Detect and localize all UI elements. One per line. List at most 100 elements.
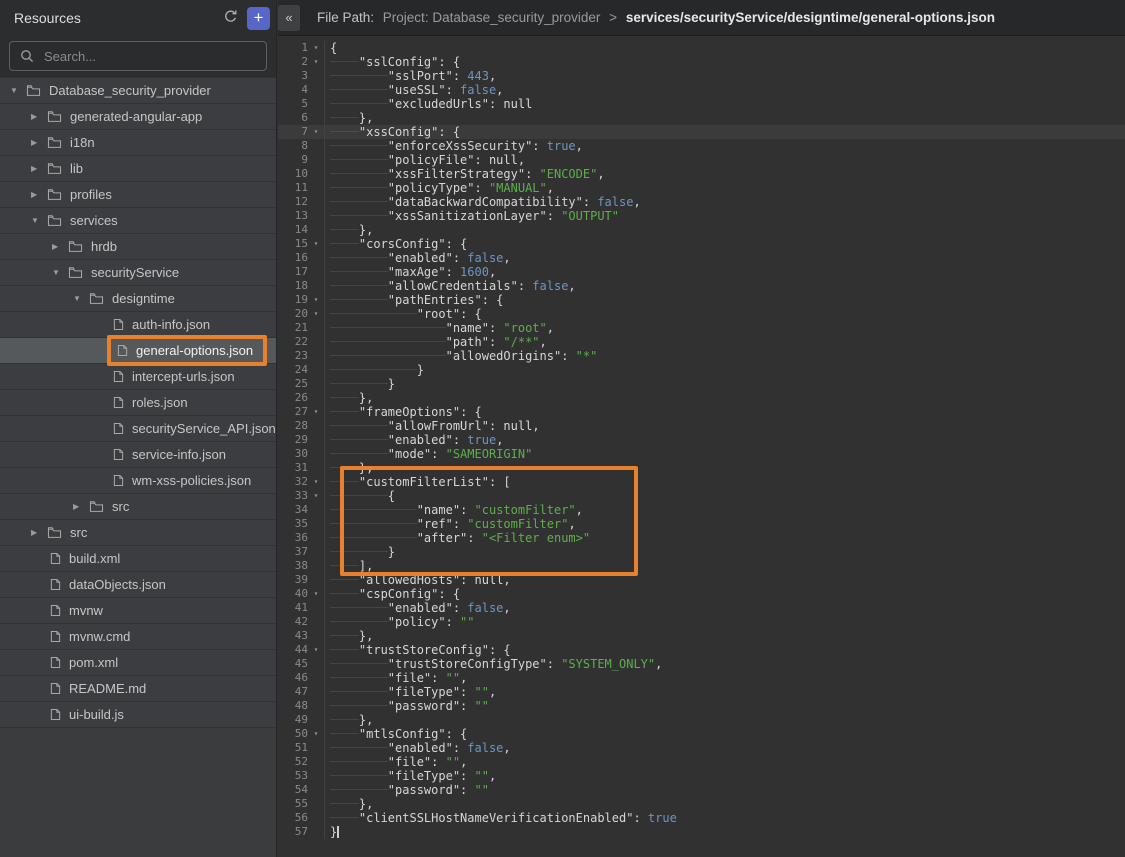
fold-arrow-icon[interactable]: ▾ <box>308 237 324 251</box>
code-line-50[interactable]: 50▾ "mtlsConfig": { <box>278 727 1125 741</box>
tree-item-intercept-urls.json[interactable]: intercept-urls.json <box>0 364 276 390</box>
code-line-25[interactable]: 25 } <box>278 377 1125 391</box>
tree-item-services[interactable]: ▼services <box>0 208 276 234</box>
tree-item-ui-build.js[interactable]: ui-build.js <box>0 702 276 728</box>
tree-item-securityService[interactable]: ▼securityService <box>0 260 276 286</box>
tree-item-wm-xss-policies.json[interactable]: wm-xss-policies.json <box>0 468 276 494</box>
fold-arrow-icon[interactable]: ▾ <box>308 643 324 657</box>
code-line-3[interactable]: 3 "sslPort": 443, <box>278 69 1125 83</box>
fold-arrow-icon[interactable]: ▾ <box>308 125 324 139</box>
tree-item-designtime[interactable]: ▼designtime <box>0 286 276 312</box>
code-line-4[interactable]: 4 "useSSL": false, <box>278 83 1125 97</box>
tree-item-lib[interactable]: ▶lib <box>0 156 276 182</box>
tree-item-roles.json[interactable]: roles.json <box>0 390 276 416</box>
code-line-54[interactable]: 54 "password": "" <box>278 783 1125 797</box>
code-line-38[interactable]: 38 ], <box>278 559 1125 573</box>
code-line-29[interactable]: 29 "enabled": true, <box>278 433 1125 447</box>
chevron-right-icon[interactable]: ▶ <box>31 112 47 121</box>
code-line-7[interactable]: 7▾ "xssConfig": { <box>278 125 1125 139</box>
code-line-56[interactable]: 56 "clientSSLHostNameVerificationEnabled… <box>278 811 1125 825</box>
chevron-right-icon[interactable]: ▶ <box>52 242 68 251</box>
code-line-1[interactable]: 1▾{ <box>278 41 1125 55</box>
code-line-11[interactable]: 11 "policyType": "MANUAL", <box>278 181 1125 195</box>
code-line-34[interactable]: 34 "name": "customFilter", <box>278 503 1125 517</box>
code-line-9[interactable]: 9 "policyFile": null, <box>278 153 1125 167</box>
code-line-19[interactable]: 19▾ "pathEntries": { <box>278 293 1125 307</box>
chevron-right-icon[interactable]: ▶ <box>31 164 47 173</box>
code-editor[interactable]: 1▾{2▾ "sslConfig": {3 "sslPort": 443,4 "… <box>278 36 1125 857</box>
code-line-42[interactable]: 42 "policy": "" <box>278 615 1125 629</box>
chevron-down-icon[interactable]: ▼ <box>52 268 68 277</box>
code-line-5[interactable]: 5 "excludedUrls": null <box>278 97 1125 111</box>
code-line-22[interactable]: 22 "path": "/**", <box>278 335 1125 349</box>
code-line-44[interactable]: 44▾ "trustStoreConfig": { <box>278 643 1125 657</box>
tree-item-pom.xml[interactable]: pom.xml <box>0 650 276 676</box>
code-line-46[interactable]: 46 "file": "", <box>278 671 1125 685</box>
code-line-10[interactable]: 10 "xssFilterStrategy": "ENCODE", <box>278 167 1125 181</box>
tree-item-Database_security_provider[interactable]: ▼Database_security_provider <box>0 78 276 104</box>
tree-item-mvnw[interactable]: mvnw <box>0 598 276 624</box>
code-line-8[interactable]: 8 "enforceXssSecurity": true, <box>278 139 1125 153</box>
code-line-45[interactable]: 45 "trustStoreConfigType": "SYSTEM_ONLY"… <box>278 657 1125 671</box>
code-line-39[interactable]: 39 "allowedHosts": null, <box>278 573 1125 587</box>
tree-item-generated-angular-app[interactable]: ▶generated-angular-app <box>0 104 276 130</box>
code-line-49[interactable]: 49 }, <box>278 713 1125 727</box>
fold-arrow-icon[interactable]: ▾ <box>308 55 324 69</box>
add-resource-button[interactable]: + <box>247 7 270 30</box>
code-line-17[interactable]: 17 "maxAge": 1600, <box>278 265 1125 279</box>
fold-arrow-icon[interactable]: ▾ <box>308 41 324 55</box>
code-line-6[interactable]: 6 }, <box>278 111 1125 125</box>
code-line-32[interactable]: 32▾ "customFilterList": [ <box>278 475 1125 489</box>
tree-item-profiles[interactable]: ▶profiles <box>0 182 276 208</box>
code-line-52[interactable]: 52 "file": "", <box>278 755 1125 769</box>
refresh-button[interactable] <box>221 7 240 29</box>
code-line-27[interactable]: 27▾ "frameOptions": { <box>278 405 1125 419</box>
code-line-41[interactable]: 41 "enabled": false, <box>278 601 1125 615</box>
code-line-31[interactable]: 31 }, <box>278 461 1125 475</box>
chevron-down-icon[interactable]: ▼ <box>10 86 26 95</box>
tree-item-hrdb[interactable]: ▶hrdb <box>0 234 276 260</box>
tree-item-src[interactable]: ▶src <box>0 520 276 546</box>
code-line-2[interactable]: 2▾ "sslConfig": { <box>278 55 1125 69</box>
tree-item-service-info.json[interactable]: service-info.json <box>0 442 276 468</box>
code-line-53[interactable]: 53 "fileType": "", <box>278 769 1125 783</box>
code-line-20[interactable]: 20▾ "root": { <box>278 307 1125 321</box>
code-line-23[interactable]: 23 "allowedOrigins": "*" <box>278 349 1125 363</box>
fold-arrow-icon[interactable]: ▾ <box>308 307 324 321</box>
fold-arrow-icon[interactable]: ▾ <box>308 489 324 503</box>
code-line-37[interactable]: 37 } <box>278 545 1125 559</box>
code-line-18[interactable]: 18 "allowCredentials": false, <box>278 279 1125 293</box>
collapse-sidebar-button[interactable]: « <box>278 5 300 31</box>
tree-item-securityService_API.json[interactable]: securityService_API.json <box>0 416 276 442</box>
code-line-12[interactable]: 12 "dataBackwardCompatibility": false, <box>278 195 1125 209</box>
code-line-13[interactable]: 13 "xssSanitizationLayer": "OUTPUT" <box>278 209 1125 223</box>
chevron-down-icon[interactable]: ▼ <box>73 294 89 303</box>
code-line-47[interactable]: 47 "fileType": "", <box>278 685 1125 699</box>
chevron-right-icon[interactable]: ▶ <box>73 502 89 511</box>
fold-arrow-icon[interactable]: ▾ <box>308 405 324 419</box>
search-input[interactable] <box>42 48 256 65</box>
code-line-48[interactable]: 48 "password": "" <box>278 699 1125 713</box>
code-line-15[interactable]: 15▾ "corsConfig": { <box>278 237 1125 251</box>
code-line-21[interactable]: 21 "name": "root", <box>278 321 1125 335</box>
code-line-26[interactable]: 26 }, <box>278 391 1125 405</box>
tree-item-README.md[interactable]: README.md <box>0 676 276 702</box>
fold-arrow-icon[interactable]: ▾ <box>308 587 324 601</box>
tree-item-i18n[interactable]: ▶i18n <box>0 130 276 156</box>
chevron-right-icon[interactable]: ▶ <box>31 528 47 537</box>
fold-arrow-icon[interactable]: ▾ <box>308 293 324 307</box>
fold-arrow-icon[interactable]: ▾ <box>308 475 324 489</box>
code-line-14[interactable]: 14 }, <box>278 223 1125 237</box>
tree-item-mvnw.cmd[interactable]: mvnw.cmd <box>0 624 276 650</box>
code-line-40[interactable]: 40▾ "cspConfig": { <box>278 587 1125 601</box>
chevron-right-icon[interactable]: ▶ <box>31 138 47 147</box>
tree-item-build.xml[interactable]: build.xml <box>0 546 276 572</box>
chevron-right-icon[interactable]: ▶ <box>31 190 47 199</box>
code-line-33[interactable]: 33▾ { <box>278 489 1125 503</box>
code-line-35[interactable]: 35 "ref": "customFilter", <box>278 517 1125 531</box>
code-line-16[interactable]: 16 "enabled": false, <box>278 251 1125 265</box>
code-line-55[interactable]: 55 }, <box>278 797 1125 811</box>
code-line-43[interactable]: 43 }, <box>278 629 1125 643</box>
code-line-30[interactable]: 30 "mode": "SAMEORIGIN" <box>278 447 1125 461</box>
code-line-28[interactable]: 28 "allowFromUrl": null, <box>278 419 1125 433</box>
